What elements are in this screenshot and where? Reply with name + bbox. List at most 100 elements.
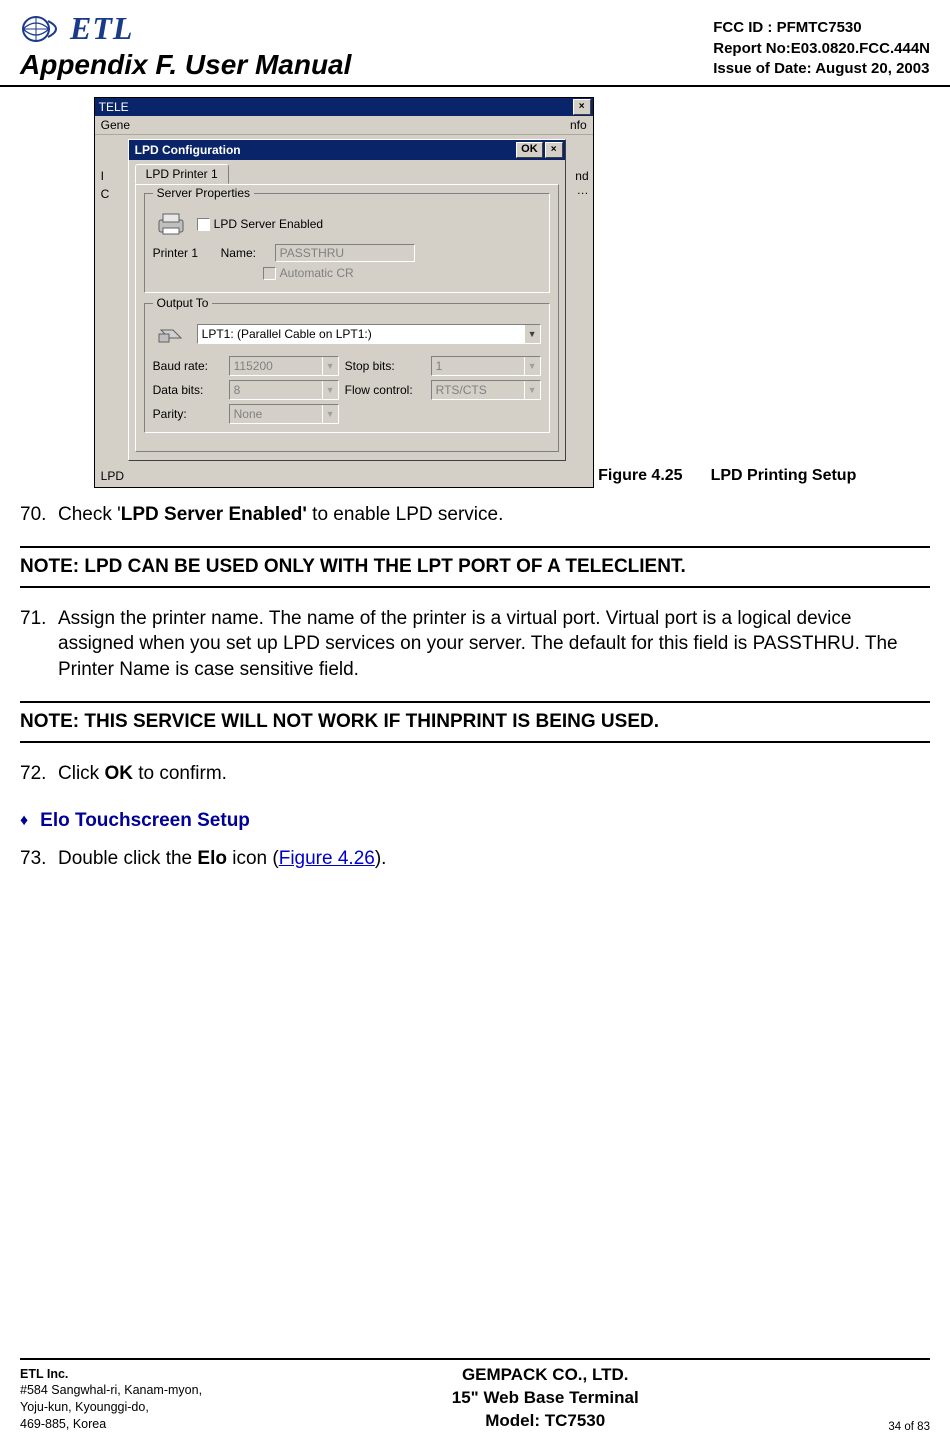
figure-caption: Figure 4.25 LPD Printing Setup [598, 467, 856, 485]
bg-snip-1: I [101, 169, 118, 183]
footer-center2: 15" Web Base Terminal [452, 1387, 639, 1410]
parity-label: Parity: [153, 407, 223, 421]
bg-snip-4: … [572, 183, 589, 197]
step-73: 73. Double click the Elo icon (Figure 4.… [20, 846, 930, 872]
baud-label: Baud rate: [153, 359, 223, 373]
step-71-number: 71. [20, 606, 58, 683]
page-header: ETL Appendix F. User Manual FCC ID : PFM… [0, 0, 950, 87]
note-lpd-lpt: NOTE: LPD CAN BE USED ONLY WITH THE LPT … [20, 546, 930, 588]
footer-company: ETL Inc. [20, 1366, 202, 1383]
server-properties-legend: Server Properties [153, 186, 254, 200]
bg-snip-3: nd [572, 169, 589, 183]
dialog-titlebar: LPD Configuration OK × [129, 140, 565, 160]
flow-value: RTS/CTS [436, 383, 487, 397]
baud-combo[interactable]: 115200 ▼ [229, 356, 339, 376]
elo-touchscreen-heading: ♦ Elo Touchscreen Setup [20, 810, 930, 832]
baud-value: 115200 [234, 359, 273, 373]
bg-tab-left: Gene [101, 118, 130, 132]
step-73-post: ). [375, 848, 387, 869]
chevron-down-icon: ▼ [524, 381, 540, 399]
footer-center3: Model: TC7530 [452, 1410, 639, 1433]
logo-row: ETL [20, 10, 351, 47]
output-port-value: LPT1: (Parallel Cable on LPT1:) [202, 327, 372, 341]
step-72-pre: Click [58, 763, 104, 784]
footer-center: GEMPACK CO., LTD. 15" Web Base Terminal … [452, 1364, 639, 1433]
step-70-pre: Check ' [58, 504, 121, 525]
data-bits-combo[interactable]: 8▼ [229, 380, 339, 400]
dialog-title: LPD Configuration [135, 143, 241, 157]
tab-body: Server Properties LPD Server Enabled [135, 184, 559, 452]
tab-lpd-printer-1[interactable]: LPD Printer 1 [135, 164, 229, 184]
step-73-mid: icon ( [227, 848, 279, 869]
footer-addr3: 469-885, Korea [20, 1416, 202, 1433]
figure-4-26-link[interactable]: Figure 4.26 [279, 848, 375, 869]
diamond-bullet-icon: ♦ [20, 812, 28, 830]
step-73-pre: Double click the [58, 848, 197, 869]
figure-number: Figure 4.25 [598, 467, 682, 485]
automatic-cr-checkbox[interactable]: Automatic CR [263, 266, 354, 280]
bg-window-title: TELE [99, 100, 129, 114]
data-bits-value: 8 [234, 383, 241, 397]
page-footer: ETL Inc. #584 Sangwhal-ri, Kanam-myon, Y… [0, 1358, 950, 1433]
appendix-title: Appendix F. User Manual [20, 49, 351, 81]
footer-page-number: 34 of 83 [888, 1421, 930, 1433]
server-properties-group: Server Properties LPD Server Enabled [144, 193, 550, 293]
checkbox-box-icon [263, 267, 276, 280]
printer-icon [153, 208, 189, 240]
etl-logo-text: ETL [70, 10, 133, 47]
lpd-configuration-screenshot: TELE × Gene nfo I C LPD Configuration [94, 97, 594, 488]
issue-date: Issue of Date: August 20, 2003 [713, 59, 930, 79]
chevron-down-icon: ▼ [524, 357, 540, 375]
parity-combo[interactable]: None▼ [229, 404, 339, 424]
dialog-tabs: LPD Printer 1 [129, 160, 565, 184]
step-70-number: 70. [20, 502, 58, 528]
dialog-ok-button[interactable]: OK [516, 142, 543, 158]
lpd-config-dialog: LPD Configuration OK × LPD Printer 1 Ser… [128, 139, 566, 461]
step-71: 71. Assign the printer name. The name of… [20, 606, 930, 683]
step-72-bold: OK [104, 763, 133, 784]
stop-label: Stop bits: [345, 359, 425, 373]
note-thinprint: NOTE: THIS SERVICE WILL NOT WORK IF THIN… [20, 701, 930, 743]
bg-snip-2: C [101, 187, 118, 201]
output-port-combo[interactable]: LPT1: (Parallel Cable on LPT1:) ▼ [197, 324, 541, 344]
step-70: 70. Check 'LPD Server Enabled' to enable… [20, 502, 930, 528]
figure-425: TELE × Gene nfo I C LPD Configuration [20, 97, 930, 488]
chevron-down-icon: ▼ [322, 357, 338, 375]
dialog-close-button[interactable]: × [545, 142, 563, 158]
elo-heading-text: Elo Touchscreen Setup [40, 810, 250, 832]
bg-window-titlebar: TELE × [95, 98, 593, 116]
report-no: Report No:E03.0820.FCC.444N [713, 39, 930, 59]
step-71-text: Assign the printer name. The name of the… [58, 606, 930, 683]
automatic-cr-label: Automatic CR [280, 266, 354, 280]
bg-tab-right: nfo [570, 118, 587, 132]
figure-title: LPD Printing Setup [711, 467, 857, 485]
bg-tabs-row: Gene nfo [95, 116, 593, 135]
port-icon [153, 318, 189, 350]
footer-center1: GEMPACK CO., LTD. [452, 1364, 639, 1387]
output-to-group: Output To LPT1: (Parallel Cable on LPT1:… [144, 303, 550, 433]
step-72-post: to confirm. [133, 763, 227, 784]
chevron-down-icon: ▼ [322, 381, 338, 399]
flow-combo[interactable]: RTS/CTS ▼ [431, 380, 541, 400]
bg-window-close-button[interactable]: × [573, 99, 591, 115]
lpd-server-enabled-checkbox[interactable]: LPD Server Enabled [197, 217, 323, 231]
printer-1-label: Printer 1 [153, 246, 213, 260]
step-73-number: 73. [20, 846, 58, 872]
parity-value: None [234, 407, 263, 421]
flow-label: Flow control: [345, 383, 425, 397]
step-72-number: 72. [20, 761, 58, 787]
footer-addr2: Yoju-kun, Kyounggi-do, [20, 1399, 202, 1416]
lpd-server-enabled-label: LPD Server Enabled [214, 217, 323, 231]
bg-bottom-label: LPD [95, 467, 593, 487]
step-70-post: to enable LPD service. [307, 504, 503, 525]
fcc-id: FCC ID : PFMTC7530 [713, 18, 930, 38]
etl-globe-icon [20, 15, 64, 43]
stop-combo[interactable]: 1▼ [431, 356, 541, 376]
name-label: Name: [221, 246, 267, 260]
footer-left: ETL Inc. #584 Sangwhal-ri, Kanam-myon, Y… [20, 1366, 202, 1434]
chevron-down-icon: ▼ [524, 325, 540, 343]
step-70-bold: LPD Server Enabled' [121, 504, 307, 525]
checkbox-box-icon [197, 218, 210, 231]
printer-name-input[interactable]: PASSTHRU [275, 244, 415, 262]
footer-addr1: #584 Sangwhal-ri, Kanam-myon, [20, 1382, 202, 1399]
